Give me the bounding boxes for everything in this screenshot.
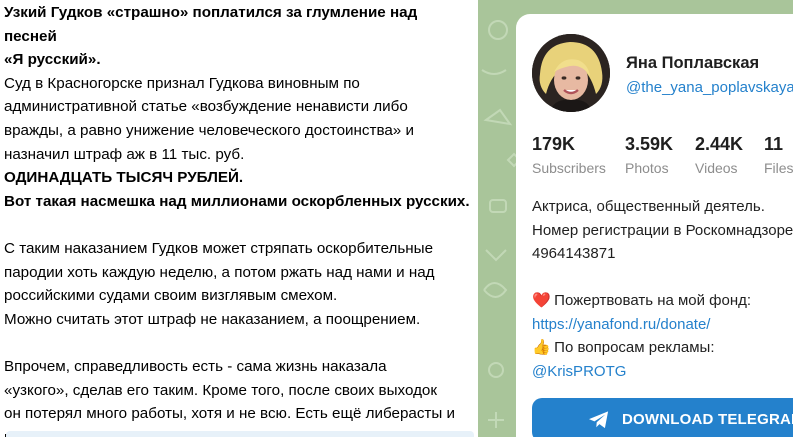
stat-label: Subscribers <box>532 160 606 176</box>
post-title-line: «Я русский». <box>4 51 101 69</box>
post-text-line: назначил штраф аж в 11 тыс. руб. <box>4 145 245 163</box>
donate-link[interactable]: https://yanafond.ru/donate/ <box>532 316 710 333</box>
post-bold-line: Вот такая насмешка над миллионами оскорб… <box>4 192 470 210</box>
stat-photos[interactable]: 3.59K Photos <box>625 134 673 176</box>
stat-label: Photos <box>625 160 669 176</box>
heart-icon: ❤️ <box>532 292 551 309</box>
post-text-line: вражды, а равно унижение человеческого д… <box>4 121 414 139</box>
download-telegram-button[interactable]: DOWNLOAD TELEGRAM <box>532 398 793 437</box>
channel-info-card: Яна Поплавская @the_yana_poplavskaya 179… <box>516 14 793 437</box>
thumbs-up-icon: 👍 <box>532 339 551 356</box>
ads-contact-link[interactable]: @KrisPROTG <box>532 363 626 380</box>
description-line: Актриса, общественный деятель. <box>532 198 765 215</box>
post-message: Узкий Гудков «страшно» поплатился за глу… <box>0 0 478 437</box>
post-text-line: он потерял много работы, хотя и не всю. … <box>4 405 456 423</box>
next-block-edge <box>6 431 474 437</box>
post-bold-line: ОДИНАДЦАТЬ ТЫСЯЧ РУБЛЕЙ. <box>4 169 244 187</box>
stat-value: 179K <box>532 134 576 154</box>
post-text-line: Впрочем, справедливость есть - сама жизн… <box>4 357 387 375</box>
post-text-line: Суд в Красногорске признал Гудкова винов… <box>4 74 360 92</box>
stat-videos[interactable]: 2.44K Videos <box>695 134 743 176</box>
channel-avatar[interactable] <box>532 34 610 112</box>
stat-label: Files <box>764 160 793 176</box>
post-text-line: административной статье «возбуждение нен… <box>4 98 408 116</box>
channel-handle-link[interactable]: @the_yana_poplavskaya <box>626 79 793 96</box>
stat-subscribers[interactable]: 179K Subscribers <box>532 134 606 176</box>
telegram-plane-icon <box>588 410 610 434</box>
stat-files[interactable]: 11 Files <box>764 134 793 176</box>
download-button-label: DOWNLOAD TELEGRAM <box>622 411 793 428</box>
post-text-line: российскими судами своим визглявым смехо… <box>4 287 338 305</box>
post-title-line: Узкий Гудков «страшно» поплатился за глу… <box>4 4 418 45</box>
post-text-line: Можно считать этот штраф не наказанием, … <box>4 310 421 328</box>
post-text-line: С таким наказанием Гудков может стряпать… <box>4 239 434 257</box>
description-line: 4964143871 <box>532 245 616 262</box>
stat-value: 3.59K <box>625 134 674 154</box>
ads-text: По вопросам рекламы: <box>550 339 715 356</box>
donate-text: Пожертвовать на мой фонд: <box>550 292 752 309</box>
stat-value: 11 <box>764 134 784 154</box>
description-line: Номер регистрации в Роскомнадзоре: <box>532 221 793 239</box>
post-text-line: «узкого», сделав его таким. Кроме того, … <box>4 381 438 399</box>
ads-line: 👍 По вопросам рекламы: <box>532 336 793 360</box>
stat-label: Videos <box>695 160 738 176</box>
stat-value: 2.44K <box>695 134 744 154</box>
post-text-line: пародии хоть каждую неделю, а потом ржат… <box>4 263 435 281</box>
channel-description: Актриса, общественный деятель. Номер рег… <box>532 195 793 383</box>
donate-line: ❤️ Пожертвовать на мой фонд: <box>532 289 793 313</box>
channel-name: Яна Поплавская <box>626 54 760 72</box>
